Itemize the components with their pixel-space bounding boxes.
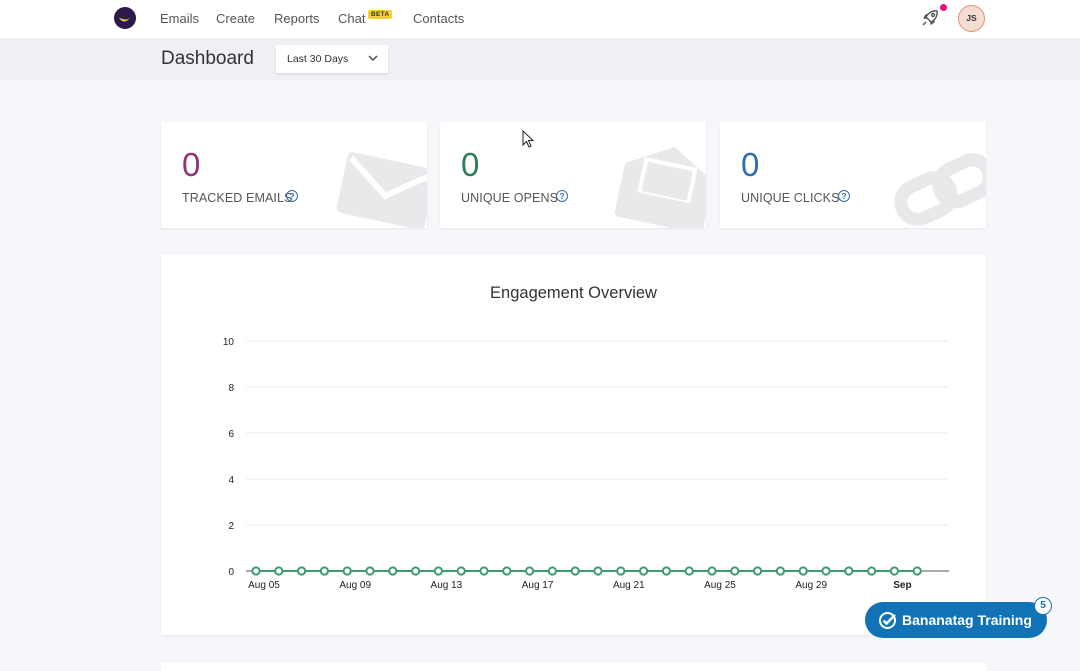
data-point <box>342 566 352 576</box>
nav-link-chat[interactable]: Chat <box>338 11 365 26</box>
y-tick-label: 6 <box>228 429 234 440</box>
top-navigation: Emails Create Reports Chat BETA Contacts… <box>0 0 1080 38</box>
data-point <box>319 566 329 576</box>
data-point <box>684 566 694 576</box>
bananatag-logo-icon[interactable] <box>114 7 136 29</box>
y-tick-label: 8 <box>228 383 234 394</box>
stat-label: UNIQUE CLICKS <box>741 191 840 205</box>
data-point <box>388 566 398 576</box>
chevron-down-icon <box>368 55 378 61</box>
stat-card-tracked-emails: 0 TRACKED EMAILS ? <box>161 122 427 228</box>
data-point <box>798 566 808 576</box>
x-tick-label: Aug 29 <box>795 580 827 591</box>
data-point <box>867 566 877 576</box>
y-tick-label: 0 <box>228 567 234 578</box>
data-point <box>753 566 763 576</box>
data-point <box>479 566 489 576</box>
stat-value: 0 <box>741 146 760 183</box>
dashboard-header: Dashboard Last 30 Days <box>0 38 1080 80</box>
data-point <box>616 566 626 576</box>
data-point <box>889 566 900 576</box>
training-label: Bananatag Training <box>902 612 1032 628</box>
data-point <box>912 566 922 576</box>
nav-link-reports[interactable]: Reports <box>274 11 320 26</box>
data-point <box>297 566 307 576</box>
bananatag-training-button[interactable]: Bananatag Training <box>865 602 1047 638</box>
stat-label: TRACKED EMAILS <box>182 191 293 205</box>
data-point <box>251 566 261 576</box>
stat-label: UNIQUE OPENS <box>461 191 559 205</box>
stat-card-unique-clicks: 0 UNIQUE CLICKS ? <box>720 122 986 228</box>
open-envelope-icon <box>614 146 706 228</box>
y-tick-label: 2 <box>228 521 234 532</box>
mouse-cursor-icon <box>522 130 535 148</box>
data-point <box>661 566 671 576</box>
data-point <box>547 566 557 576</box>
x-tick-label: Aug 25 <box>704 580 736 591</box>
data-point <box>365 566 375 576</box>
data-point <box>730 566 740 576</box>
date-range-select[interactable]: Last 30 Days <box>276 45 388 73</box>
data-point <box>433 566 443 576</box>
data-point <box>707 566 717 576</box>
data-point <box>502 566 512 576</box>
data-point <box>274 566 284 576</box>
data-point <box>639 566 649 576</box>
data-point <box>844 566 854 576</box>
page-title: Dashboard <box>161 48 254 69</box>
data-point <box>411 566 421 576</box>
engagement-chart-card: Engagement Overview 0 2 4 6 8 10 Aug 05 Aug 09 A… <box>161 255 986 635</box>
link-icon <box>894 153 986 226</box>
x-tick-label: Aug 09 <box>339 580 371 591</box>
nav-link-contacts[interactable]: Contacts <box>413 11 464 26</box>
next-section-card <box>161 663 986 671</box>
engagement-line-chart: 0 2 4 6 8 10 Aug 05 Aug 09 Aug 13 Aug 17 Aug 21 Aug… <box>223 337 949 591</box>
x-tick-label: Aug 13 <box>431 580 463 591</box>
data-point <box>775 566 786 576</box>
x-tick-label: Aug 17 <box>522 580 554 591</box>
notification-dot <box>940 4 947 11</box>
data-point <box>570 566 580 576</box>
rocket-icon[interactable] <box>920 7 942 29</box>
help-icon[interactable]: ? <box>838 190 850 202</box>
check-circle-icon <box>879 612 896 629</box>
y-tick-label: 4 <box>228 475 234 486</box>
date-range-value: Last 30 Days <box>287 53 349 65</box>
envelope-icon <box>336 152 427 228</box>
x-tick-label: Aug 21 <box>613 580 645 591</box>
data-point <box>821 566 831 576</box>
data-point <box>456 566 466 576</box>
training-count-badge: 5 <box>1034 597 1052 615</box>
help-icon[interactable]: ? <box>286 190 298 202</box>
help-icon[interactable]: ? <box>556 190 568 202</box>
user-avatar[interactable]: JS <box>958 5 985 32</box>
beta-badge: BETA <box>368 10 393 19</box>
nav-link-emails[interactable]: Emails <box>160 11 199 26</box>
stat-card-unique-opens: 0 UNIQUE OPENS ? <box>440 122 706 228</box>
x-tick-label: Aug 05 <box>248 580 280 591</box>
y-tick-label: 10 <box>223 337 235 348</box>
stat-value: 0 <box>461 146 480 183</box>
data-point <box>525 566 535 576</box>
data-point <box>593 566 603 576</box>
x-tick-label: Sep <box>893 580 911 591</box>
stat-value: 0 <box>182 146 201 183</box>
nav-link-create[interactable]: Create <box>216 11 255 26</box>
